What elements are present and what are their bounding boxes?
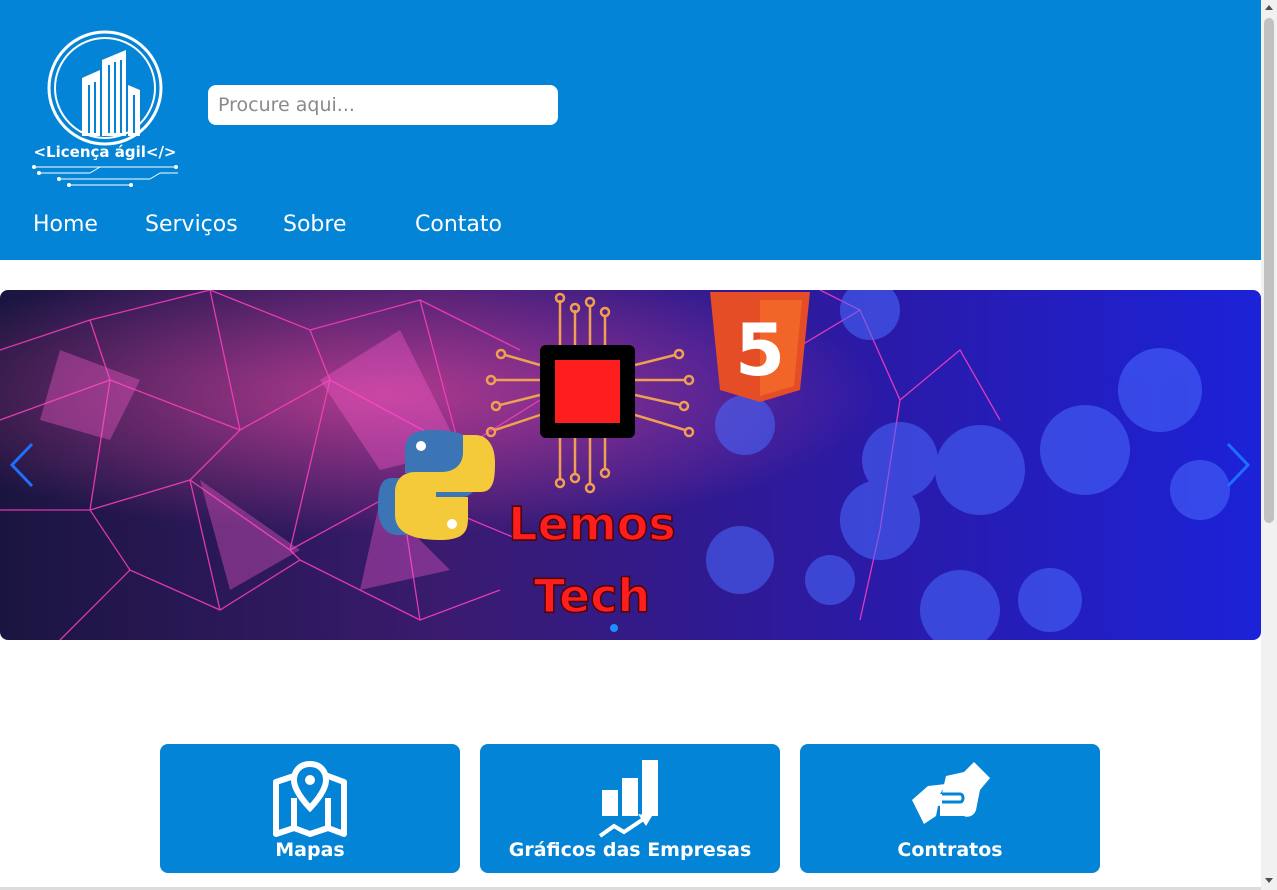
card-contratos-label: Contratos: [897, 839, 1003, 861]
scroll-up-icon[interactable]: [1265, 5, 1273, 10]
carousel-next-icon[interactable]: [1222, 440, 1252, 490]
handshake-icon: [912, 762, 990, 824]
slide-title-line2: Tech: [534, 569, 650, 623]
slide-title-line1: Lemos: [508, 497, 675, 551]
logo-text: <Licença ágil</>: [33, 143, 176, 161]
nav-contato[interactable]: Contato: [415, 212, 502, 237]
buildings-logo-icon: <Licença ágil</>: [32, 30, 178, 187]
card-mapas-label: Mapas: [275, 839, 345, 861]
nav-sobre[interactable]: Sobre: [283, 212, 347, 237]
page: <Licença ágil</> Home Serviços Sobre Con…: [0, 0, 1277, 890]
site-logo[interactable]: <Licença ágil</>: [30, 30, 180, 190]
nav-servicos[interactable]: Serviços: [145, 212, 238, 237]
card-mapas[interactable]: Mapas: [160, 744, 460, 873]
nav-home[interactable]: Home: [33, 212, 98, 237]
card-graficos[interactable]: Gráficos das Empresas: [480, 744, 780, 873]
scroll-down-icon[interactable]: [1265, 878, 1273, 883]
hero-carousel: 5 Lemos Tech: [0, 290, 1261, 640]
chart-icon: [598, 760, 658, 838]
site-header: <Licença ágil</> Home Serviços Sobre Con…: [0, 0, 1261, 260]
card-graficos-label: Gráficos das Empresas: [508, 839, 752, 861]
carousel-slide-image: 5 Lemos Tech: [0, 290, 1261, 640]
map-icon: [273, 760, 347, 837]
carousel-dot-active[interactable]: [610, 624, 618, 632]
html5-logo-icon: 5: [710, 292, 810, 402]
page-scrollbar[interactable]: [1261, 0, 1277, 890]
scrollbar-thumb[interactable]: [1264, 18, 1274, 523]
carousel-prev-icon[interactable]: [8, 440, 38, 490]
card-contratos[interactable]: Contratos: [800, 744, 1100, 873]
html5-badge-text: 5: [735, 308, 785, 392]
search-input[interactable]: [208, 85, 558, 125]
